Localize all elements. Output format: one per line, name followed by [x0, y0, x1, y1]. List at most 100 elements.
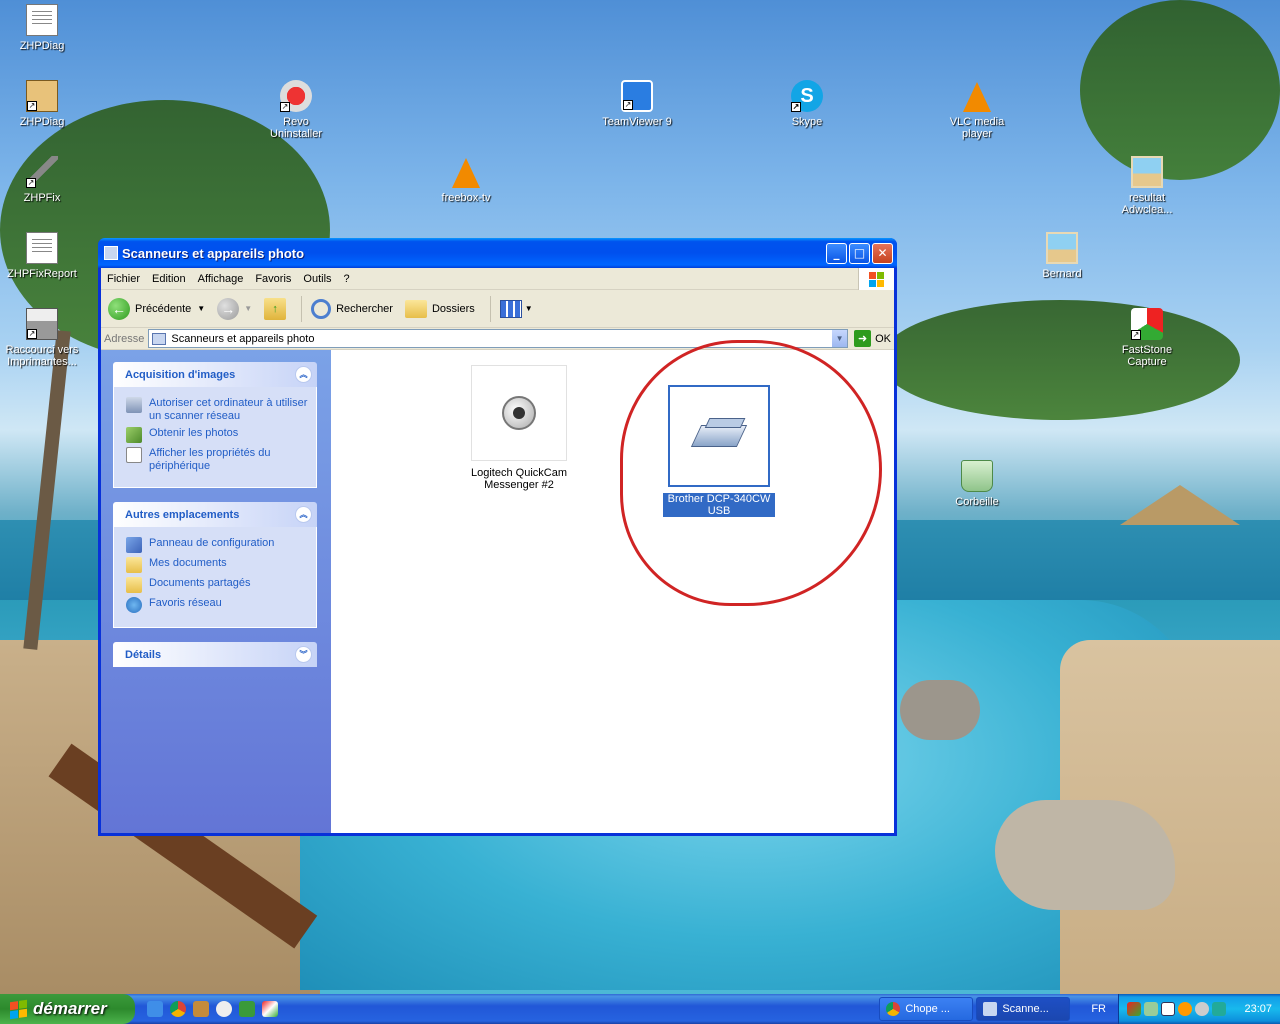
tray-icon[interactable] [1195, 1002, 1209, 1016]
desktop-icon-faststone-capture[interactable]: ↗ FastStone Capture [1107, 308, 1187, 368]
title-bar[interactable]: Scanneurs et appareils photo _ □ ✕ [98, 238, 897, 268]
panel-header[interactable]: Détails ︾ [113, 642, 317, 667]
scanner-thumbnail [668, 385, 770, 487]
go-label: OK [875, 332, 891, 345]
link-network-places[interactable]: Favoris réseau [126, 597, 308, 613]
desktop-icon-label: freebox-tv [441, 192, 491, 204]
shared-folder-icon [126, 577, 142, 593]
clock[interactable]: 23:07 [1244, 1003, 1272, 1015]
system-tray: 23:07 [1118, 994, 1280, 1024]
collapse-icon[interactable]: ︽ [295, 366, 312, 383]
address-label: Adresse [104, 332, 145, 345]
document-icon [26, 4, 58, 36]
desktop-icon-skype[interactable]: S ↗ Skype [767, 80, 847, 128]
desktop-icon-resultat-adwcleaner[interactable]: resultat Adwclea... [1107, 156, 1187, 216]
start-label: démarrer [33, 999, 107, 1018]
panel-header[interactable]: Acquisition d'images ︽ [113, 362, 317, 387]
link-label: Favoris réseau [149, 597, 222, 609]
device-webcam[interactable]: Logitech QuickCam Messenger #2 [463, 365, 575, 491]
device-scanner[interactable]: Brother DCP-340CW USB [663, 385, 775, 517]
tray-icon[interactable] [1212, 1002, 1226, 1016]
start-button[interactable]: démarrer [0, 994, 135, 1024]
back-button[interactable]: ← Précédente ▼ [105, 296, 208, 322]
faststone-icon[interactable] [262, 1001, 278, 1017]
task-link-network-scanner[interactable]: Autoriser cet ordinateur à utiliser un s… [126, 397, 308, 423]
menu-edition[interactable]: Edition [146, 273, 192, 285]
task-link-properties[interactable]: Afficher les propriétés du périphérique [126, 447, 308, 473]
link-my-documents[interactable]: Mes documents [126, 557, 308, 573]
chevron-down-icon[interactable]: ▼ [525, 304, 533, 313]
menu-help[interactable]: ? [338, 273, 356, 285]
address-input[interactable]: Scanneurs et appareils photo ▼ [148, 329, 849, 348]
app-icon[interactable] [239, 1001, 255, 1017]
panel-acquisition: Acquisition d'images ︽ Autoriser cet ord… [113, 362, 317, 488]
task-link-get-photos[interactable]: Obtenir les photos [126, 427, 308, 443]
desktop-icon-label: FastStone Capture [1121, 344, 1173, 368]
up-folder-button[interactable]: ↑ [261, 296, 289, 322]
views-button[interactable]: ▼ [497, 298, 536, 320]
close-button[interactable]: ✕ [872, 242, 893, 264]
desktop-icon-revo-uninstaller[interactable]: ↗ Revo Uninstaller [256, 80, 336, 140]
desktop-icon-freebox-tv[interactable]: freebox-tv [426, 156, 506, 204]
device-label: Brother DCP-340CW USB [663, 493, 775, 517]
desktop-icon-zhpdiag[interactable]: ↗ ZHPDiag [2, 80, 82, 128]
tray-icon[interactable] [1161, 1002, 1175, 1016]
ie-icon[interactable] [147, 1001, 163, 1017]
link-label: Panneau de configuration [149, 537, 275, 549]
task-button-chrome[interactable]: Chope ... [879, 997, 974, 1021]
tray-icon[interactable] [1127, 1002, 1141, 1016]
chevron-down-icon[interactable]: ▼ [244, 304, 252, 313]
back-arrow-icon: ← [108, 297, 130, 320]
tray-icon[interactable] [1178, 1002, 1192, 1016]
menu-favoris[interactable]: Favoris [249, 273, 297, 285]
collapse-icon[interactable]: ︽ [295, 506, 312, 523]
go-button[interactable]: ➜ OK [854, 330, 891, 347]
desktop-icon-recycle-bin[interactable]: Corbeille [937, 460, 1017, 508]
chrome-icon[interactable] [170, 1001, 186, 1017]
task-pane: Acquisition d'images ︽ Autoriser cet ord… [101, 350, 331, 833]
task-link-label: Afficher les propriétés du périphérique [149, 447, 271, 472]
scanner-window-icon [104, 246, 118, 260]
chevron-down-icon[interactable]: ▼ [197, 304, 205, 313]
address-dropdown-button[interactable]: ▼ [831, 330, 848, 347]
menu-affichage[interactable]: Affichage [192, 273, 250, 285]
task-buttons: Chope ... Scanne... [879, 997, 1073, 1021]
link-control-panel[interactable]: Panneau de configuration [126, 537, 308, 553]
file-view[interactable]: Logitech QuickCam Messenger #2 Brother D… [331, 350, 894, 833]
desktop-icon-zhpfixreport[interactable]: ZHPFixReport [2, 232, 82, 280]
link-shared-documents[interactable]: Documents partagés [126, 577, 308, 593]
desktop-icon-teamviewer[interactable]: ↗ TeamViewer 9 [597, 80, 677, 128]
desktop-icon-printers-shortcut[interactable]: ↗ Raccourci vers Imprimantes... [2, 308, 82, 368]
task-link-label: Obtenir les photos [149, 427, 239, 439]
folders-button[interactable]: Dossiers [402, 298, 478, 320]
task-link-label: Autoriser cet ordinateur à utiliser un s… [149, 397, 308, 422]
media-icon[interactable] [216, 1001, 232, 1017]
picture-icon [1046, 232, 1078, 264]
panel-header[interactable]: Autres emplacements ︽ [113, 502, 317, 527]
maximize-button[interactable]: □ [849, 242, 870, 264]
minimize-button[interactable]: _ [826, 242, 847, 264]
address-value: Scanneurs et appareils photo [171, 332, 315, 345]
printer-icon: ↗ [26, 308, 58, 340]
skype-icon: S ↗ [791, 80, 823, 112]
background-hut [1120, 485, 1240, 525]
task-button-scanners[interactable]: Scanne... [976, 997, 1071, 1021]
desktop-icon-zhpfix[interactable]: ↗ ZHPFix [2, 156, 82, 204]
desktop-icon-bernard[interactable]: Bernard [1022, 232, 1102, 280]
explorer-window: Scanneurs et appareils photo _ □ ✕ Fichi… [98, 238, 897, 836]
menu-fichier[interactable]: Fichier [101, 273, 146, 285]
toolbar-separator [301, 295, 303, 322]
desktop-icon-zhpdiag-report[interactable]: ZHPDiag [2, 4, 82, 52]
expand-icon[interactable]: ︾ [295, 646, 312, 663]
search-button[interactable]: Rechercher [308, 297, 396, 321]
tray-icon[interactable] [1144, 1002, 1158, 1016]
menu-outils[interactable]: Outils [297, 273, 337, 285]
forward-button[interactable]: → ▼ [214, 296, 255, 322]
app-icon[interactable] [193, 1001, 209, 1017]
folders-label: Dossiers [431, 302, 475, 315]
desktop-icon-vlc[interactable]: VLC media player [937, 80, 1017, 140]
panel-title: Détails [125, 648, 162, 661]
background-rock [900, 680, 980, 740]
language-indicator[interactable]: FR [1091, 1003, 1106, 1015]
desktop-icon-label: Corbeille [955, 496, 999, 508]
